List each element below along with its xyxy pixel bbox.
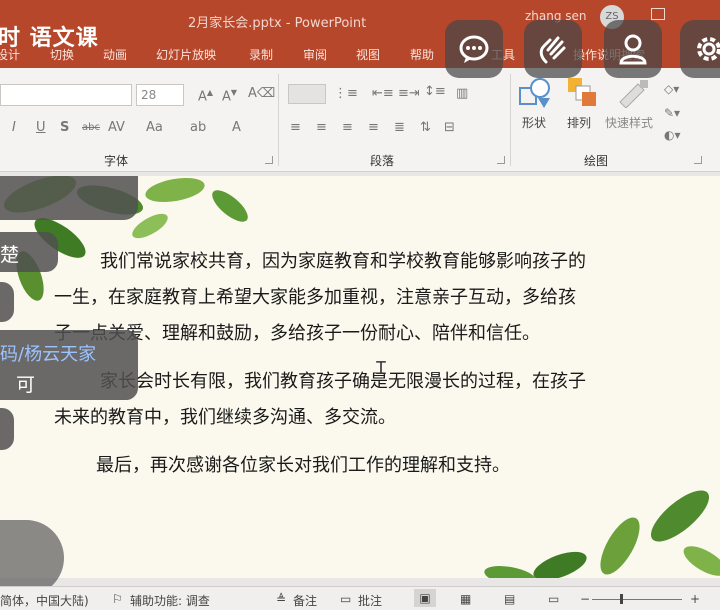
arrange-icon[interactable]: [566, 76, 598, 108]
paragraph-2-line-2: 未来的教育中，我们继续多沟通、多交流。: [54, 407, 396, 428]
align-text-icon[interactable]: ⊟: [444, 120, 455, 135]
tab-slideshow[interactable]: 幻灯片放映: [156, 46, 216, 63]
side-message-sender: 码/杨云天家: [0, 344, 97, 365]
font-size-box[interactable]: 28: [136, 84, 184, 106]
increase-font-icon[interactable]: A▲: [198, 88, 213, 104]
accessibility-status[interactable]: 辅助功能: 调查: [130, 592, 210, 609]
font-color-icon[interactable]: A: [232, 120, 241, 135]
text-direction-icon[interactable]: ⇅: [420, 120, 431, 135]
tab-view[interactable]: 视图: [356, 46, 380, 63]
increase-indent-icon[interactable]: ≡⇥: [398, 86, 420, 101]
side-message-text-2: 可: [16, 374, 36, 396]
comments-icon[interactable]: ▭: [340, 592, 351, 606]
notes-button[interactable]: 备注: [293, 592, 317, 609]
char-spacing-icon[interactable]: AV: [108, 120, 125, 135]
text-cursor-icon: Ɪ: [376, 358, 387, 379]
font-group-label: 字体: [104, 154, 129, 168]
paragraph-group-label: 段落: [370, 154, 395, 168]
tab-review[interactable]: 审阅: [303, 46, 327, 63]
participants-overlay-button[interactable]: [604, 20, 662, 78]
quick-styles-icon[interactable]: [616, 78, 650, 108]
tab-animations[interactable]: 动画: [103, 46, 127, 63]
accessibility-icon[interactable]: ⚐: [112, 592, 123, 606]
side-overlay-tab[interactable]: [0, 408, 14, 450]
font-name-box[interactable]: [0, 84, 132, 106]
line-spacing-icon[interactable]: ↕≡: [424, 84, 446, 99]
status-bar: 简体，中国大陆) ⚐ 辅助功能: 调查 ≜ 备注 ▭ 批注 ▣ ▦ ▤ ▭ − …: [0, 586, 720, 610]
font-dialog-launcher-icon[interactable]: [265, 156, 273, 164]
drawing-dialog-launcher-icon[interactable]: [694, 156, 702, 164]
paragraph-3: 最后，再次感谢各位家长对我们工作的理解和支持。: [96, 455, 510, 476]
paragraph-dialog-launcher-icon[interactable]: [497, 156, 505, 164]
align-center-icon[interactable]: ≡: [316, 120, 327, 135]
shape-effects-icon[interactable]: ◐▾: [664, 128, 681, 142]
reading-view-icon[interactable]: ▤: [504, 592, 515, 606]
decrease-indent-icon[interactable]: ⇤≡: [372, 86, 394, 101]
side-overlay-top[interactable]: [0, 176, 138, 220]
slide-sorter-icon[interactable]: ▦: [460, 592, 471, 606]
tab-transitions[interactable]: 切换: [50, 46, 74, 63]
distributed-icon[interactable]: ≣: [394, 120, 405, 135]
underline-icon[interactable]: U: [36, 120, 46, 135]
change-case-icon[interactable]: Aa: [146, 120, 163, 135]
quick-styles-button[interactable]: 快速样式: [605, 114, 653, 131]
strikethrough-icon[interactable]: abc: [82, 122, 100, 133]
shapes-icon[interactable]: [518, 76, 554, 110]
paragraph-1-line-1: 我们常说家校共育，因为家庭教育和学校教育能够影响孩子的: [100, 251, 586, 272]
zoom-out-icon[interactable]: −: [580, 592, 590, 606]
paragraph-1-line-2: 一生，在家庭教育上希望大家能多加重视，注意亲子互动，多给孩: [54, 287, 576, 308]
highlight-icon[interactable]: ab: [190, 120, 206, 135]
justify-icon[interactable]: ≡: [368, 120, 379, 135]
leaves-decoration-bottom: [484, 490, 720, 578]
align-right-icon[interactable]: ≡: [342, 120, 353, 135]
gear-icon: [697, 37, 720, 61]
zoom-slider-thumb[interactable]: [620, 594, 623, 604]
columns-icon[interactable]: ▥: [456, 86, 468, 101]
comments-button[interactable]: 批注: [358, 592, 382, 609]
ribbon: 28 A▲ A▼ A⌫ I U S abc AV Aa ab A 字体 ⋮≡ ⇤…: [0, 68, 720, 172]
shape-fill-icon[interactable]: ◇▾: [664, 82, 679, 96]
notes-icon[interactable]: ≜: [276, 592, 286, 606]
hand-wave-icon: [539, 36, 566, 64]
zoom-slider[interactable]: [592, 599, 682, 600]
shape-outline-icon[interactable]: ✎▾: [664, 106, 680, 120]
numbering-icon[interactable]: ⋮≡: [334, 86, 358, 101]
settings-overlay-button[interactable]: [680, 20, 720, 78]
raise-hand-overlay-button[interactable]: [524, 20, 582, 78]
side-message-text-1: 楚: [0, 244, 20, 266]
ribbon-display-options-icon[interactable]: [651, 8, 665, 20]
group-divider: [278, 74, 279, 166]
window-title: 2月家长会.pptx - PowerPoint: [188, 16, 367, 31]
clear-format-icon[interactable]: A⌫: [248, 86, 275, 101]
person-icon: [619, 34, 647, 65]
tab-help[interactable]: 帮助: [410, 46, 434, 63]
paragraph-2-line-1: 家长会时长有限，我们教育孩子确是无限漫长的过程，在孩子: [100, 371, 586, 392]
slideshow-view-icon[interactable]: ▭: [548, 592, 559, 606]
chat-bubble-icon: [459, 35, 489, 63]
shapes-button[interactable]: 形状: [522, 114, 546, 131]
group-divider: [510, 74, 511, 166]
chat-overlay-button[interactable]: [445, 20, 503, 78]
tab-design[interactable]: 设计: [0, 46, 20, 63]
side-overlay-tab[interactable]: [0, 282, 14, 322]
normal-view-icon[interactable]: ▣: [414, 589, 436, 607]
language-status[interactable]: 简体，中国大陆): [0, 592, 89, 609]
decrease-font-icon[interactable]: A▼: [222, 88, 237, 104]
drawing-group-label: 绘图: [584, 154, 609, 168]
arrange-button[interactable]: 排列: [567, 114, 591, 131]
italic-icon[interactable]: I: [12, 120, 16, 135]
align-left-icon[interactable]: ≡: [290, 120, 301, 135]
tab-record[interactable]: 录制: [249, 46, 273, 63]
bullets-dropdown[interactable]: [288, 84, 326, 104]
text-shadow-icon[interactable]: S: [60, 120, 69, 135]
zoom-in-icon[interactable]: +: [690, 592, 700, 606]
